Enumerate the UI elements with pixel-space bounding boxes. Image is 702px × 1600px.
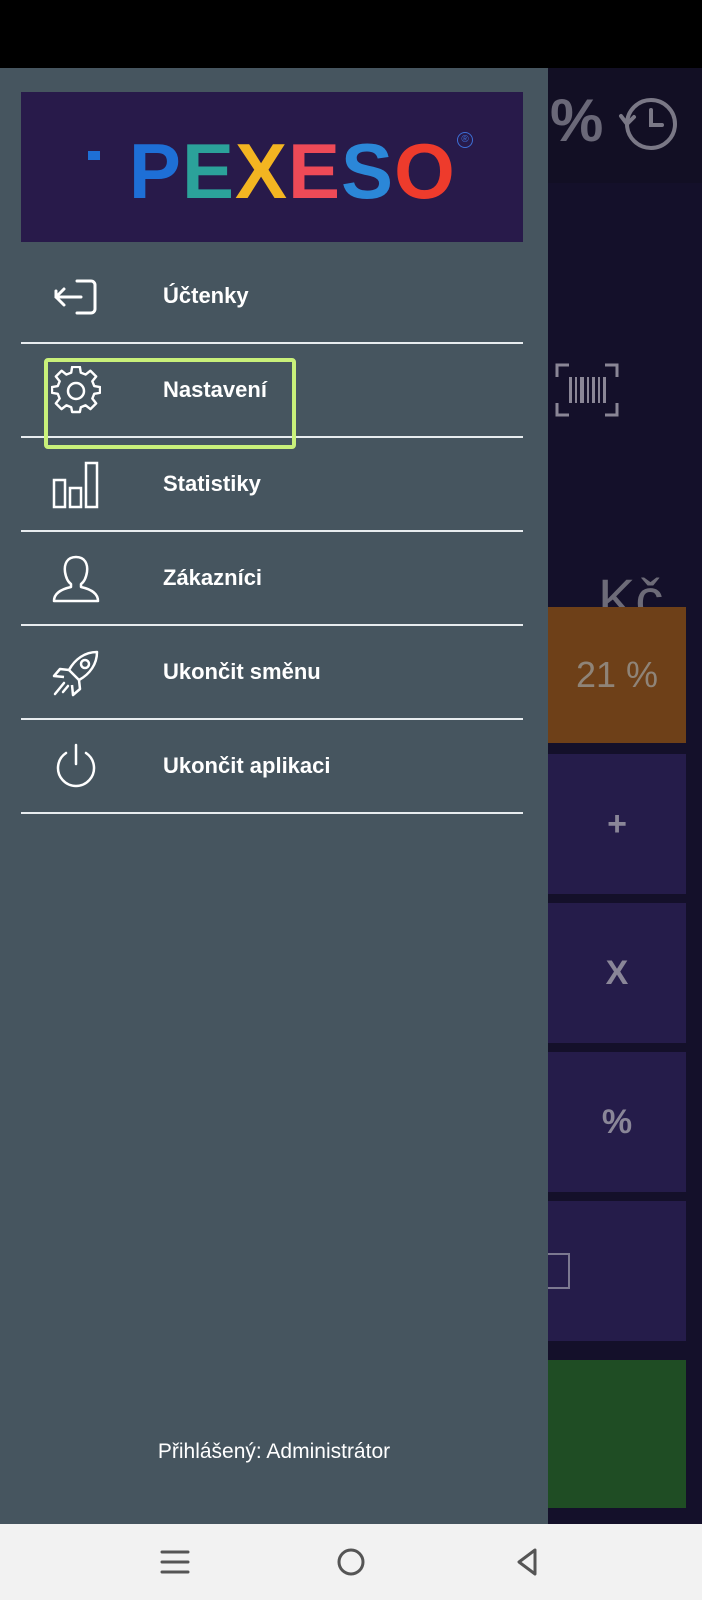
percent-button[interactable]: % bbox=[548, 1052, 686, 1192]
logo-letter: P bbox=[128, 127, 182, 215]
confirm-button[interactable] bbox=[548, 1360, 686, 1508]
background-header: % bbox=[548, 68, 702, 183]
menu-item-label: Ukončit aplikaci bbox=[163, 753, 331, 778]
logo-letter: O bbox=[394, 127, 456, 215]
backspace-button[interactable] bbox=[548, 1201, 686, 1341]
header-percent-partial: % bbox=[550, 87, 604, 154]
bar-chart-icon bbox=[52, 461, 99, 509]
receipt-exit-icon bbox=[54, 279, 97, 315]
navigation-drawer: PEXESO ® Účtenky Nastavení Statistiky Zá… bbox=[0, 68, 548, 1524]
barcode-scan-icon[interactable] bbox=[555, 363, 619, 417]
pexeso-logo: PEXESO ® bbox=[21, 92, 523, 242]
menu-item-label: Účtenky bbox=[163, 283, 249, 308]
logo-letter: E bbox=[288, 127, 342, 215]
logo-dash bbox=[88, 150, 101, 160]
logo-wordmark: PEXESO bbox=[21, 132, 523, 210]
logged-in-user: Přihlášený: Administrátor bbox=[157, 1440, 391, 1463]
menu-item-label: Statistiky bbox=[163, 471, 261, 496]
status-bar bbox=[0, 0, 702, 68]
back-triangle-icon[interactable] bbox=[507, 1542, 547, 1582]
menu-item-customers[interactable]: Zákazníci bbox=[21, 532, 523, 626]
history-icon[interactable] bbox=[618, 93, 680, 155]
registered-mark: ® bbox=[457, 132, 473, 148]
menu-icon[interactable] bbox=[155, 1542, 195, 1582]
menu-item-statistics[interactable]: Statistiky bbox=[21, 438, 523, 532]
logo-letter: E bbox=[181, 127, 235, 215]
logo-letter: S bbox=[341, 127, 395, 215]
menu-item-exit-app[interactable]: Ukončit aplikaci bbox=[21, 720, 523, 814]
menu-item-label: Ukončit směnu bbox=[163, 659, 321, 684]
vat-rate-button[interactable]: 21 % bbox=[548, 607, 686, 743]
menu-item-label: Zákazníci bbox=[163, 565, 263, 590]
logo-letter: X bbox=[234, 127, 289, 215]
menu-item-receipts[interactable]: Účtenky bbox=[21, 250, 523, 344]
user-icon bbox=[52, 555, 100, 603]
backspace-icon bbox=[548, 1253, 570, 1289]
plus-button[interactable]: + bbox=[548, 754, 686, 894]
power-icon bbox=[56, 743, 96, 788]
rocket-icon bbox=[52, 650, 99, 697]
home-circle-icon[interactable] bbox=[331, 1542, 371, 1582]
multiply-button[interactable]: X bbox=[548, 903, 686, 1043]
highlight-box bbox=[44, 358, 296, 449]
menu-item-end-shift[interactable]: Ukončit směnu bbox=[21, 626, 523, 720]
system-nav-bar bbox=[0, 1524, 702, 1600]
